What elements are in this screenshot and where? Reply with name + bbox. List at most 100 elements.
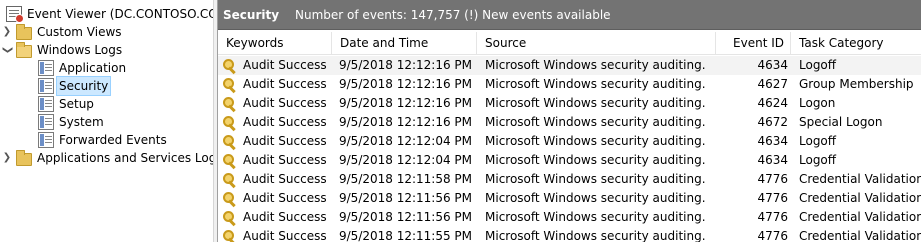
tree-item-forwarded-events[interactable]: Forwarded Events	[34, 131, 169, 149]
task-category-cell: Logoff	[799, 58, 837, 72]
table-row[interactable]: Audit Success 9/5/2018 12:11:56 PM Microso…	[218, 208, 921, 227]
table-row[interactable]: Audit Success 9/5/2018 12:12:04 PM Microso…	[218, 132, 921, 151]
table-row[interactable]: Audit Success 9/5/2018 12:12:04 PM Microso…	[218, 151, 921, 170]
event-id-cell: 4776	[757, 229, 788, 242]
task-category-cell: Logoff	[799, 153, 837, 167]
folder-icon	[16, 23, 32, 40]
column-header-event-id[interactable]: Event ID	[716, 32, 791, 55]
source-cell: Microsoft Windows security auditing.	[485, 210, 706, 224]
collapse-chevron-icon[interactable]: ❯	[0, 45, 16, 55]
event-id-cell: 4624	[757, 96, 788, 110]
column-header-keywords[interactable]: Keywords	[218, 32, 332, 55]
tree-label: Application	[59, 61, 127, 75]
event-id-cell: 4776	[757, 191, 788, 205]
keywords-text: Audit Success	[243, 191, 327, 205]
folder-open-icon	[16, 41, 32, 58]
event-id-cell: 4776	[757, 172, 788, 186]
events-table-body: Audit Success 9/5/2018 12:12:16 PM Microso…	[218, 56, 921, 242]
keywords-text: Audit Success	[243, 115, 327, 129]
tree-item-apps-services-logs[interactable]: ❯ Applications and Services Logs	[2, 149, 213, 167]
keywords-text: Audit Success	[243, 77, 327, 91]
event-id-cell: 4776	[757, 210, 788, 224]
tree-item-setup[interactable]: Setup	[34, 95, 96, 113]
keywords-cell: Audit Success	[222, 132, 332, 151]
event-count-status: Number of events: 147,757 (!) New events…	[295, 7, 611, 22]
date-cell: 9/5/2018 12:11:56 PM	[339, 191, 473, 205]
source-cell: Microsoft Windows security auditing.	[485, 134, 706, 148]
table-row[interactable]: Audit Success 9/5/2018 12:12:16 PM Microso…	[218, 56, 921, 75]
source-cell: Microsoft Windows security auditing.	[485, 77, 706, 91]
tree-item-windows-logs[interactable]: ❯ Windows Logs	[2, 41, 124, 59]
log-icon	[38, 114, 54, 130]
column-header-source[interactable]: Source	[477, 32, 716, 55]
tree-label: Security	[55, 76, 112, 96]
source-cell: Microsoft Windows security auditing.	[485, 172, 706, 186]
keywords-text: Audit Success	[243, 172, 327, 186]
column-header-task-category[interactable]: Task Category	[791, 32, 921, 55]
task-category-cell: Credential Validation	[799, 172, 921, 186]
source-cell: Microsoft Windows security auditing.	[485, 191, 706, 205]
tree-item-system[interactable]: System	[34, 113, 106, 131]
source-cell: Microsoft Windows security auditing.	[485, 229, 706, 242]
date-cell: 9/5/2018 12:12:16 PM	[339, 115, 473, 129]
date-cell: 9/5/2018 12:11:55 PM	[339, 229, 473, 242]
table-row[interactable]: Audit Success 9/5/2018 12:12:16 PM Microso…	[218, 75, 921, 94]
date-cell: 9/5/2018 12:12:04 PM	[339, 153, 473, 167]
task-category-cell: Credential Validation	[799, 210, 921, 224]
table-row[interactable]: Audit Success 9/5/2018 12:12:16 PM Microso…	[218, 94, 921, 113]
key-icon	[222, 115, 238, 131]
log-icon	[38, 96, 54, 112]
expand-chevron-icon[interactable]: ❯	[2, 149, 12, 167]
table-row[interactable]: Audit Success 9/5/2018 12:11:58 PM Microso…	[218, 170, 921, 189]
folder-icon	[16, 149, 32, 166]
key-icon	[222, 191, 238, 207]
date-cell: 9/5/2018 12:12:04 PM	[339, 134, 473, 148]
keywords-cell: Audit Success	[222, 94, 332, 113]
column-header-date[interactable]: Date and Time	[332, 32, 477, 55]
table-row[interactable]: Audit Success 9/5/2018 12:11:55 PM Microso…	[218, 227, 921, 242]
keywords-cell: Audit Success	[222, 208, 332, 227]
tree-label: Forwarded Events	[59, 133, 167, 147]
key-icon	[222, 172, 238, 188]
keywords-cell: Audit Success	[222, 56, 332, 75]
log-icon	[38, 132, 54, 148]
key-icon	[222, 153, 238, 169]
event-id-cell: 4627	[757, 77, 788, 91]
keywords-text: Audit Success	[243, 153, 327, 167]
table-row[interactable]: Audit Success 9/5/2018 12:11:56 PM Microso…	[218, 189, 921, 208]
event-id-cell: 4634	[757, 58, 788, 72]
keywords-text: Audit Success	[243, 210, 327, 224]
event-id-cell: 4634	[757, 153, 788, 167]
key-icon	[222, 96, 238, 112]
expand-chevron-icon[interactable]: ❯	[2, 23, 12, 41]
key-icon	[222, 77, 238, 93]
event-id-cell: 4634	[757, 134, 788, 148]
keywords-text: Audit Success	[243, 229, 327, 242]
task-category-cell: Credential Validation	[799, 229, 921, 242]
tree-item-application[interactable]: Application	[34, 59, 128, 77]
date-cell: 9/5/2018 12:11:56 PM	[339, 210, 473, 224]
date-cell: 9/5/2018 12:12:16 PM	[339, 58, 473, 72]
task-category-cell: Group Membership	[799, 77, 914, 91]
tree-item-security[interactable]: Security	[34, 76, 112, 96]
keywords-cell: Audit Success	[222, 170, 332, 189]
date-cell: 9/5/2018 12:12:16 PM	[339, 77, 473, 91]
keywords-text: Audit Success	[243, 134, 327, 148]
tree-label: Event Viewer (DC.CONTOSO.COM)	[27, 7, 213, 21]
tree-label: System	[59, 115, 104, 129]
keywords-text: Audit Success	[243, 58, 327, 72]
date-cell: 9/5/2018 12:11:58 PM	[339, 172, 473, 186]
events-pane: Security Number of events: 147,757 (!) N…	[218, 0, 921, 242]
source-cell: Microsoft Windows security auditing.	[485, 115, 706, 129]
key-icon	[222, 210, 238, 226]
key-icon	[222, 58, 238, 74]
pane-header: Security Number of events: 147,757 (!) N…	[218, 0, 921, 30]
keywords-cell: Audit Success	[222, 227, 332, 242]
event-id-cell: 4672	[757, 115, 788, 129]
tree-item-event-viewer[interactable]: Event Viewer (DC.CONTOSO.COM)	[2, 5, 213, 23]
tree-item-custom-views[interactable]: ❯ Custom Views	[2, 23, 124, 41]
tree-label: Applications and Services Logs	[37, 151, 213, 165]
source-cell: Microsoft Windows security auditing.	[485, 58, 706, 72]
keywords-cell: Audit Success	[222, 113, 332, 132]
table-row[interactable]: Audit Success 9/5/2018 12:12:16 PM Microso…	[218, 113, 921, 132]
